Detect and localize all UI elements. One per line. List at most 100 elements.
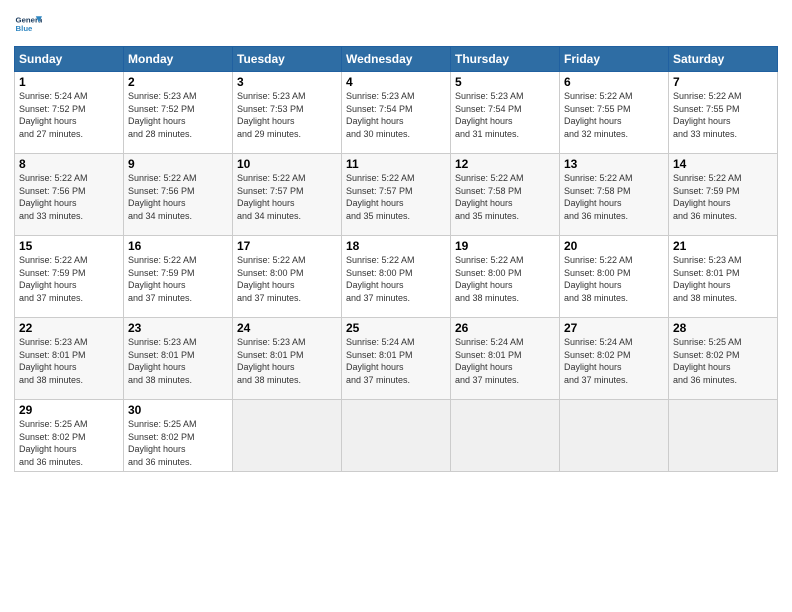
cell-info: Sunrise: 5:22 AM Sunset: 8:00 PM Dayligh…: [346, 254, 446, 304]
cell-info: Sunrise: 5:23 AM Sunset: 7:52 PM Dayligh…: [128, 90, 228, 140]
calendar-cell: 6 Sunrise: 5:22 AM Sunset: 7:55 PM Dayli…: [560, 72, 669, 154]
cell-info: Sunrise: 5:23 AM Sunset: 7:54 PM Dayligh…: [346, 90, 446, 140]
calendar-cell: 4 Sunrise: 5:23 AM Sunset: 7:54 PM Dayli…: [342, 72, 451, 154]
day-number: 9: [128, 157, 228, 171]
cell-info: Sunrise: 5:23 AM Sunset: 8:01 PM Dayligh…: [673, 254, 773, 304]
calendar-table: SundayMondayTuesdayWednesdayThursdayFrid…: [14, 46, 778, 472]
cell-info: Sunrise: 5:25 AM Sunset: 8:02 PM Dayligh…: [19, 418, 119, 468]
day-number: 14: [673, 157, 773, 171]
calendar-cell: 23 Sunrise: 5:23 AM Sunset: 8:01 PM Dayl…: [124, 318, 233, 400]
calendar-cell: [669, 400, 778, 472]
calendar-cell: 19 Sunrise: 5:22 AM Sunset: 8:00 PM Dayl…: [451, 236, 560, 318]
calendar-cell: [233, 400, 342, 472]
calendar-cell: 25 Sunrise: 5:24 AM Sunset: 8:01 PM Dayl…: [342, 318, 451, 400]
calendar-cell: 2 Sunrise: 5:23 AM Sunset: 7:52 PM Dayli…: [124, 72, 233, 154]
cell-info: Sunrise: 5:22 AM Sunset: 7:55 PM Dayligh…: [564, 90, 664, 140]
day-number: 22: [19, 321, 119, 335]
cell-info: Sunrise: 5:22 AM Sunset: 7:59 PM Dayligh…: [128, 254, 228, 304]
cell-info: Sunrise: 5:22 AM Sunset: 7:58 PM Dayligh…: [564, 172, 664, 222]
cell-info: Sunrise: 5:24 AM Sunset: 8:01 PM Dayligh…: [455, 336, 555, 386]
cell-info: Sunrise: 5:24 AM Sunset: 7:52 PM Dayligh…: [19, 90, 119, 140]
day-number: 10: [237, 157, 337, 171]
day-number: 1: [19, 75, 119, 89]
logo-icon: General Blue: [14, 10, 42, 38]
weekday-header: Wednesday: [342, 47, 451, 72]
calendar-cell: 7 Sunrise: 5:22 AM Sunset: 7:55 PM Dayli…: [669, 72, 778, 154]
page-header: General Blue: [14, 10, 778, 38]
svg-text:Blue: Blue: [16, 24, 34, 33]
calendar-cell: 18 Sunrise: 5:22 AM Sunset: 8:00 PM Dayl…: [342, 236, 451, 318]
calendar-cell: 24 Sunrise: 5:23 AM Sunset: 8:01 PM Dayl…: [233, 318, 342, 400]
day-number: 6: [564, 75, 664, 89]
calendar-cell: 13 Sunrise: 5:22 AM Sunset: 7:58 PM Dayl…: [560, 154, 669, 236]
weekday-header: Thursday: [451, 47, 560, 72]
calendar-cell: 3 Sunrise: 5:23 AM Sunset: 7:53 PM Dayli…: [233, 72, 342, 154]
day-number: 11: [346, 157, 446, 171]
calendar-cell: 29 Sunrise: 5:25 AM Sunset: 8:02 PM Dayl…: [15, 400, 124, 472]
calendar-cell: 20 Sunrise: 5:22 AM Sunset: 8:00 PM Dayl…: [560, 236, 669, 318]
calendar-cell: [560, 400, 669, 472]
cell-info: Sunrise: 5:23 AM Sunset: 7:53 PM Dayligh…: [237, 90, 337, 140]
day-number: 2: [128, 75, 228, 89]
cell-info: Sunrise: 5:22 AM Sunset: 7:57 PM Dayligh…: [346, 172, 446, 222]
day-number: 5: [455, 75, 555, 89]
cell-info: Sunrise: 5:25 AM Sunset: 8:02 PM Dayligh…: [128, 418, 228, 468]
calendar-cell: 16 Sunrise: 5:22 AM Sunset: 7:59 PM Dayl…: [124, 236, 233, 318]
calendar-cell: 5 Sunrise: 5:23 AM Sunset: 7:54 PM Dayli…: [451, 72, 560, 154]
day-number: 30: [128, 403, 228, 417]
cell-info: Sunrise: 5:22 AM Sunset: 7:57 PM Dayligh…: [237, 172, 337, 222]
day-number: 8: [19, 157, 119, 171]
calendar-cell: 28 Sunrise: 5:25 AM Sunset: 8:02 PM Dayl…: [669, 318, 778, 400]
cell-info: Sunrise: 5:23 AM Sunset: 8:01 PM Dayligh…: [128, 336, 228, 386]
calendar-cell: 15 Sunrise: 5:22 AM Sunset: 7:59 PM Dayl…: [15, 236, 124, 318]
day-number: 26: [455, 321, 555, 335]
calendar-cell: 9 Sunrise: 5:22 AM Sunset: 7:56 PM Dayli…: [124, 154, 233, 236]
calendar-cell: 1 Sunrise: 5:24 AM Sunset: 7:52 PM Dayli…: [15, 72, 124, 154]
day-number: 18: [346, 239, 446, 253]
calendar-cell: 30 Sunrise: 5:25 AM Sunset: 8:02 PM Dayl…: [124, 400, 233, 472]
day-number: 7: [673, 75, 773, 89]
calendar-cell: 17 Sunrise: 5:22 AM Sunset: 8:00 PM Dayl…: [233, 236, 342, 318]
calendar-cell: 8 Sunrise: 5:22 AM Sunset: 7:56 PM Dayli…: [15, 154, 124, 236]
day-number: 13: [564, 157, 664, 171]
calendar-cell: [342, 400, 451, 472]
calendar-cell: 22 Sunrise: 5:23 AM Sunset: 8:01 PM Dayl…: [15, 318, 124, 400]
day-number: 12: [455, 157, 555, 171]
cell-info: Sunrise: 5:23 AM Sunset: 7:54 PM Dayligh…: [455, 90, 555, 140]
cell-info: Sunrise: 5:24 AM Sunset: 8:02 PM Dayligh…: [564, 336, 664, 386]
calendar-cell: 26 Sunrise: 5:24 AM Sunset: 8:01 PM Dayl…: [451, 318, 560, 400]
day-number: 25: [346, 321, 446, 335]
day-number: 19: [455, 239, 555, 253]
cell-info: Sunrise: 5:24 AM Sunset: 8:01 PM Dayligh…: [346, 336, 446, 386]
day-number: 27: [564, 321, 664, 335]
calendar-cell: 21 Sunrise: 5:23 AM Sunset: 8:01 PM Dayl…: [669, 236, 778, 318]
cell-info: Sunrise: 5:22 AM Sunset: 7:55 PM Dayligh…: [673, 90, 773, 140]
calendar-cell: 11 Sunrise: 5:22 AM Sunset: 7:57 PM Dayl…: [342, 154, 451, 236]
cell-info: Sunrise: 5:23 AM Sunset: 8:01 PM Dayligh…: [237, 336, 337, 386]
calendar-cell: [451, 400, 560, 472]
day-number: 23: [128, 321, 228, 335]
cell-info: Sunrise: 5:22 AM Sunset: 8:00 PM Dayligh…: [564, 254, 664, 304]
calendar-cell: 10 Sunrise: 5:22 AM Sunset: 7:57 PM Dayl…: [233, 154, 342, 236]
cell-info: Sunrise: 5:22 AM Sunset: 8:00 PM Dayligh…: [455, 254, 555, 304]
day-number: 20: [564, 239, 664, 253]
cell-info: Sunrise: 5:22 AM Sunset: 7:58 PM Dayligh…: [455, 172, 555, 222]
cell-info: Sunrise: 5:22 AM Sunset: 8:00 PM Dayligh…: [237, 254, 337, 304]
weekday-header: Sunday: [15, 47, 124, 72]
calendar-cell: 14 Sunrise: 5:22 AM Sunset: 7:59 PM Dayl…: [669, 154, 778, 236]
weekday-header: Friday: [560, 47, 669, 72]
day-number: 24: [237, 321, 337, 335]
day-number: 15: [19, 239, 119, 253]
day-number: 29: [19, 403, 119, 417]
cell-info: Sunrise: 5:23 AM Sunset: 8:01 PM Dayligh…: [19, 336, 119, 386]
cell-info: Sunrise: 5:22 AM Sunset: 7:56 PM Dayligh…: [128, 172, 228, 222]
weekday-header: Tuesday: [233, 47, 342, 72]
day-number: 28: [673, 321, 773, 335]
calendar-cell: 12 Sunrise: 5:22 AM Sunset: 7:58 PM Dayl…: [451, 154, 560, 236]
logo: General Blue: [14, 10, 42, 38]
day-number: 4: [346, 75, 446, 89]
weekday-header: Monday: [124, 47, 233, 72]
cell-info: Sunrise: 5:22 AM Sunset: 7:56 PM Dayligh…: [19, 172, 119, 222]
cell-info: Sunrise: 5:25 AM Sunset: 8:02 PM Dayligh…: [673, 336, 773, 386]
cell-info: Sunrise: 5:22 AM Sunset: 7:59 PM Dayligh…: [19, 254, 119, 304]
